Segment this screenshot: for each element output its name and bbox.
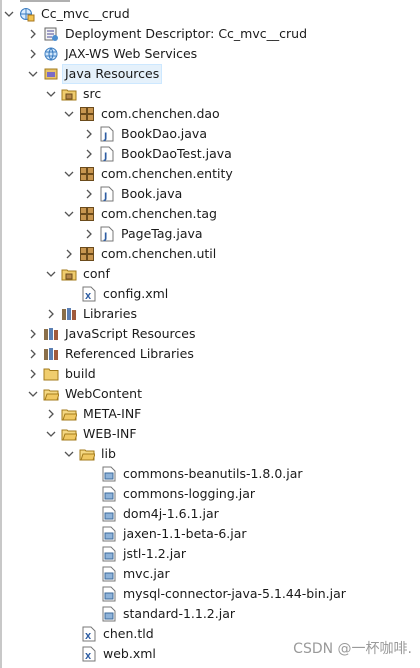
source-folder-icon bbox=[61, 86, 77, 102]
package-icon bbox=[79, 246, 95, 262]
tree-node-build[interactable]: build bbox=[26, 364, 98, 384]
folder-open-icon bbox=[79, 446, 95, 462]
tree-node-package-dao[interactable]: com.chenchen.dao bbox=[62, 104, 222, 124]
top-scroll-edge bbox=[20, 0, 70, 2]
tree-node-book-java[interactable]: J Book.java bbox=[82, 184, 184, 204]
tree-node-chen-tld[interactable]: X chen.tld bbox=[64, 624, 156, 644]
tree-node-referenced-libraries[interactable]: Referenced Libraries bbox=[26, 344, 196, 364]
chevron-down-icon[interactable] bbox=[26, 384, 40, 404]
chevron-right-icon[interactable] bbox=[26, 344, 40, 364]
watermark: CSDN @一杯咖啡. bbox=[293, 641, 412, 657]
tree-node-project[interactable]: Cc_mvc__crud bbox=[2, 4, 132, 24]
tree-node-pagetag-java[interactable]: J PageTag.java bbox=[82, 224, 205, 244]
deployment-descriptor-icon bbox=[43, 26, 59, 42]
chevron-right-icon[interactable] bbox=[82, 144, 96, 164]
tree-node-src[interactable]: src bbox=[44, 84, 103, 104]
tree-node-jar[interactable]: dom4j-1.6.1.jar bbox=[84, 504, 221, 524]
jar-file-icon bbox=[101, 606, 117, 622]
folder-icon bbox=[43, 366, 59, 382]
jar-file-icon bbox=[101, 526, 117, 542]
tree-node-webcontent[interactable]: WebContent bbox=[26, 384, 144, 404]
tree-node-bookdao-java[interactable]: J BookDao.java bbox=[82, 124, 209, 144]
svg-text:X: X bbox=[85, 292, 92, 301]
tree-node-lib[interactable]: lib bbox=[62, 444, 118, 464]
jar-file-icon bbox=[101, 546, 117, 562]
jar-file-icon bbox=[101, 506, 117, 522]
web-project-icon bbox=[19, 6, 35, 22]
tree-node-jaxws[interactable]: JAX-WS Web Services bbox=[26, 44, 199, 64]
jar-file-icon bbox=[101, 566, 117, 582]
java-resources-icon bbox=[43, 66, 59, 82]
chevron-down-icon[interactable] bbox=[62, 204, 76, 224]
folder-open-icon bbox=[43, 386, 59, 402]
tree-node-package-util[interactable]: com.chenchen.util bbox=[62, 244, 218, 264]
svg-text:J: J bbox=[103, 152, 107, 162]
folder-icon bbox=[61, 406, 77, 422]
package-icon bbox=[79, 166, 95, 182]
chevron-down-icon[interactable] bbox=[44, 424, 58, 444]
xml-file-icon: X bbox=[81, 646, 97, 662]
tree-node-jar[interactable]: standard-1.1.2.jar bbox=[84, 604, 237, 624]
tree-node-deployment-descriptor[interactable]: Deployment Descriptor: Cc_mvc__crud bbox=[26, 24, 309, 44]
jar-file-icon bbox=[101, 586, 117, 602]
chevron-right-icon[interactable] bbox=[26, 324, 40, 344]
project-name: Cc_mvc__crud bbox=[41, 6, 130, 21]
tree-node-javascript-resources[interactable]: JavaScript Resources bbox=[26, 324, 197, 344]
tree-node-config-xml[interactable]: X config.xml bbox=[64, 284, 170, 304]
referenced-libraries-icon bbox=[43, 346, 59, 362]
tree-node-meta-inf[interactable]: META-INF bbox=[44, 404, 143, 424]
jar-file-icon bbox=[101, 486, 117, 502]
javascript-resources-icon bbox=[43, 326, 59, 342]
chevron-right-icon[interactable] bbox=[26, 24, 40, 44]
tree-node-package-tag[interactable]: com.chenchen.tag bbox=[62, 204, 219, 224]
svg-text:J: J bbox=[103, 132, 107, 142]
chevron-right-icon[interactable] bbox=[82, 184, 96, 204]
tree-node-java-resources[interactable]: Java Resources bbox=[26, 64, 163, 84]
tree-node-bookdaotest-java[interactable]: J BookDaoTest.java bbox=[82, 144, 234, 164]
chevron-down-icon[interactable] bbox=[44, 84, 58, 104]
svg-text:J: J bbox=[103, 232, 107, 242]
tree-node-jar[interactable]: commons-logging.jar bbox=[84, 484, 257, 504]
svg-text:J: J bbox=[103, 192, 107, 202]
tree-node-jar[interactable]: commons-beanutils-1.8.0.jar bbox=[84, 464, 305, 484]
tree-node-libraries[interactable]: Libraries bbox=[44, 304, 139, 324]
tree-node-package-entity[interactable]: com.chenchen.entity bbox=[62, 164, 235, 184]
chevron-right-icon[interactable] bbox=[44, 304, 58, 324]
chevron-down-icon[interactable] bbox=[62, 164, 76, 184]
chevron-down-icon[interactable] bbox=[62, 444, 76, 464]
tree-node-jar[interactable]: jstl-1.2.jar bbox=[84, 544, 188, 564]
chevron-down-icon[interactable] bbox=[44, 264, 58, 284]
libraries-icon bbox=[61, 306, 77, 322]
tree-node-jar[interactable]: mvc.jar bbox=[84, 564, 172, 584]
left-edge bbox=[0, 0, 2, 668]
tree-node-web-xml[interactable]: X web.xml bbox=[64, 644, 158, 664]
chevron-down-icon[interactable] bbox=[26, 64, 40, 84]
tree-node-web-inf[interactable]: WEB-INF bbox=[44, 424, 139, 444]
jar-file-icon bbox=[101, 466, 117, 482]
chevron-down-icon[interactable] bbox=[2, 4, 16, 24]
chevron-right-icon[interactable] bbox=[82, 124, 96, 144]
chevron-down-icon[interactable] bbox=[62, 104, 76, 124]
chevron-right-icon[interactable] bbox=[26, 44, 40, 64]
chevron-right-icon[interactable] bbox=[44, 404, 58, 424]
tree-node-jar[interactable]: mysql-connector-java-5.1.44-bin.jar bbox=[84, 584, 348, 604]
xml-file-icon: X bbox=[81, 286, 97, 302]
folder-open-icon bbox=[61, 426, 77, 442]
svg-text:X: X bbox=[85, 632, 92, 641]
chevron-right-icon[interactable] bbox=[26, 364, 40, 384]
java-file-icon: J bbox=[99, 146, 115, 162]
chevron-right-icon[interactable] bbox=[62, 244, 76, 264]
tree-node-conf[interactable]: conf bbox=[44, 264, 112, 284]
java-file-icon: J bbox=[99, 186, 115, 202]
chevron-right-icon[interactable] bbox=[82, 224, 96, 244]
svg-text:X: X bbox=[85, 652, 92, 661]
tld-file-icon: X bbox=[81, 626, 97, 642]
tree-node-jar[interactable]: jaxen-1.1-beta-6.jar bbox=[84, 524, 249, 544]
java-file-icon: J bbox=[99, 126, 115, 142]
java-file-icon: J bbox=[99, 226, 115, 242]
package-icon bbox=[79, 206, 95, 222]
web-services-icon bbox=[43, 46, 59, 62]
package-icon bbox=[79, 106, 95, 122]
source-folder-icon bbox=[61, 266, 77, 282]
